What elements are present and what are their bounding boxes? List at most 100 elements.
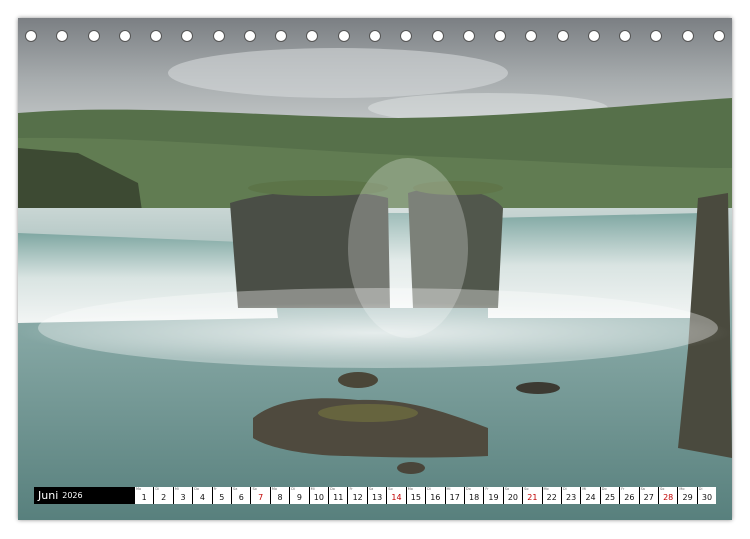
day-cell: Mo 8 (270, 487, 290, 504)
day-cell: Mo 22 (542, 487, 561, 504)
weekday-abbr: Mi (174, 487, 179, 491)
calendar-page: Juni 2026 Mo 1 Di 2 Mi 3 Do 4 Fr 5 Sa 6 So 7 Mo 8 Di 9 Mi 1… (18, 18, 732, 520)
year: 2026 (62, 491, 83, 500)
day-cell: Mo 29 (678, 487, 697, 504)
weekday-abbr: So (524, 487, 529, 491)
binding-hole (619, 30, 632, 42)
day-number: 5 (219, 493, 225, 502)
day-cell: So 7 (251, 487, 270, 504)
weekday-abbr: Di (427, 487, 431, 491)
day-number: 18 (469, 493, 480, 502)
weekday-abbr: So (659, 487, 665, 491)
weekday-abbr: Fr (349, 487, 353, 491)
day-cell: Di 2 (154, 487, 173, 504)
weekday-abbr: Sa (504, 487, 510, 491)
weekday-abbr: Mo (407, 487, 413, 491)
weekday-abbr: Sa (368, 487, 374, 491)
weekday-abbr: Fr (621, 487, 625, 491)
weekday-abbr: Do (601, 487, 607, 491)
binding-hole (494, 30, 507, 42)
day-number: 23 (566, 493, 577, 502)
weekday-abbr: Fr (485, 487, 489, 491)
day-cell: Fr 19 (484, 487, 503, 504)
weekday-abbr: Mo (679, 487, 685, 491)
month-name: Juni (38, 489, 59, 502)
day-number: 25 (604, 493, 616, 502)
day-number: 28 (663, 493, 674, 502)
day-number: 20 (507, 493, 519, 502)
weekday-abbr: Mo (136, 487, 142, 491)
day-cell: Mi 3 (173, 487, 193, 504)
day-cell: Sa 20 (503, 487, 523, 504)
day-cell: So 14 (387, 487, 406, 504)
day-number: 11 (333, 493, 344, 502)
day-number: 14 (391, 493, 402, 502)
binding-hole (87, 30, 100, 42)
weekday-abbr: Mo (543, 487, 549, 491)
weekday-abbr: Mi (582, 487, 587, 491)
weekday-abbr: Do (465, 487, 471, 491)
weekday-abbr: Sa (640, 487, 645, 491)
waterfall-photo (18, 18, 732, 520)
day-cells: Mo 1 Di 2 Mi 3 Do 4 Fr 5 Sa 6 So 7 Mo 8 Di 9 Mi 10 Do 11 Fr 12 S… (134, 487, 717, 504)
binding-hole (587, 30, 600, 42)
weekday-abbr: Do (330, 487, 335, 491)
day-number: 22 (546, 493, 557, 502)
binding-hole (431, 30, 444, 42)
day-number: 29 (682, 493, 693, 502)
day-number: 9 (296, 493, 302, 502)
day-number: 2 (161, 493, 167, 502)
day-number: 26 (624, 493, 635, 502)
day-number: 4 (199, 493, 205, 502)
binding-hole (212, 30, 225, 42)
weekday-abbr: Di (698, 487, 703, 491)
binding-hole (462, 30, 475, 42)
weekday-abbr: Mi (446, 487, 451, 491)
weekday-abbr: So (252, 487, 257, 491)
weekday-abbr: Sa (233, 487, 238, 491)
binding-hole (150, 30, 163, 42)
day-cell: Sa 27 (639, 487, 658, 504)
day-number: 21 (527, 493, 538, 502)
weekday-abbr: Mi (310, 487, 315, 491)
binding-hole (275, 30, 288, 42)
day-number: 19 (488, 493, 499, 502)
weekday-abbr: Fr (213, 487, 217, 491)
day-number: 6 (238, 493, 244, 502)
binding-hole (681, 30, 694, 42)
month-label: Juni 2026 (34, 487, 134, 504)
day-cell: Sa 6 (232, 487, 251, 504)
day-cell: Di 30 (697, 487, 717, 504)
day-number: 24 (585, 493, 596, 502)
binding-hole (400, 30, 413, 42)
binding-hole (181, 30, 194, 42)
binding-hole (713, 30, 725, 42)
day-number: 27 (643, 493, 654, 502)
day-number: 8 (277, 493, 283, 502)
day-cell: Fr 5 (212, 487, 232, 504)
weekday-abbr: Di (291, 487, 295, 491)
day-cell: Di 16 (426, 487, 445, 504)
month-calendar-strip: Juni 2026 Mo 1 Di 2 Mi 3 Do 4 Fr 5 Sa 6 So 7 Mo 8 Di 9 Mi 1… (34, 487, 717, 504)
day-number: 16 (430, 493, 441, 502)
day-cell: Mi 10 (309, 487, 329, 504)
day-number: 10 (313, 493, 324, 502)
day-number: 15 (410, 493, 421, 502)
weekday-abbr: Do (194, 487, 200, 491)
day-cell: Sa 13 (367, 487, 387, 504)
binding-hole (650, 30, 663, 42)
binding-hole (337, 30, 350, 42)
day-cell: Di 23 (561, 487, 581, 504)
binding-hole (369, 30, 381, 42)
day-cell: Do 18 (464, 487, 484, 504)
day-cell: Fr 12 (348, 487, 367, 504)
day-number: 7 (258, 493, 264, 502)
day-cell: Mi 17 (445, 487, 464, 504)
binding-hole (25, 30, 37, 42)
day-number: 30 (701, 493, 713, 502)
binding-hole (306, 30, 319, 42)
day-cell: So 21 (523, 487, 542, 504)
binding-hole (118, 30, 131, 42)
binding-hole (243, 30, 256, 42)
weekday-abbr: So (388, 487, 393, 491)
